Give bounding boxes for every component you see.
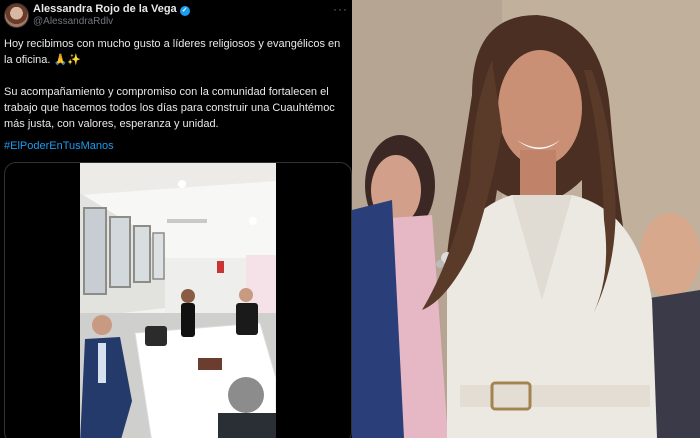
tweet-card: Alessandra Rojo de la Vega ✓ @AlessandraR… — [0, 0, 352, 438]
hashtag-link[interactable]: #ElPoderEnTusManos — [4, 140, 114, 152]
avatar[interactable] — [4, 3, 29, 28]
author-handle[interactable]: @AlessandraRdlv — [33, 16, 113, 27]
more-options-icon[interactable]: ··· — [333, 2, 348, 16]
tweet-paragraph-1: Hoy recibimos con mucho gusto a líderes … — [4, 38, 341, 66]
portrait-photo — [352, 0, 700, 438]
author-name[interactable]: Alessandra Rojo de la Vega ✓ — [33, 3, 190, 16]
tweet-media[interactable] — [4, 162, 352, 438]
verified-badge-icon: ✓ — [179, 6, 190, 16]
office-meeting-illustration — [80, 163, 276, 438]
tweet-text: Hoy recibimos con mucho gusto a líderes … — [4, 36, 348, 148]
portrait-illustration — [352, 0, 700, 438]
office-meeting-photo — [80, 163, 276, 438]
tweet-paragraph-2: Su acompañamiento y compromiso con la co… — [4, 86, 335, 130]
